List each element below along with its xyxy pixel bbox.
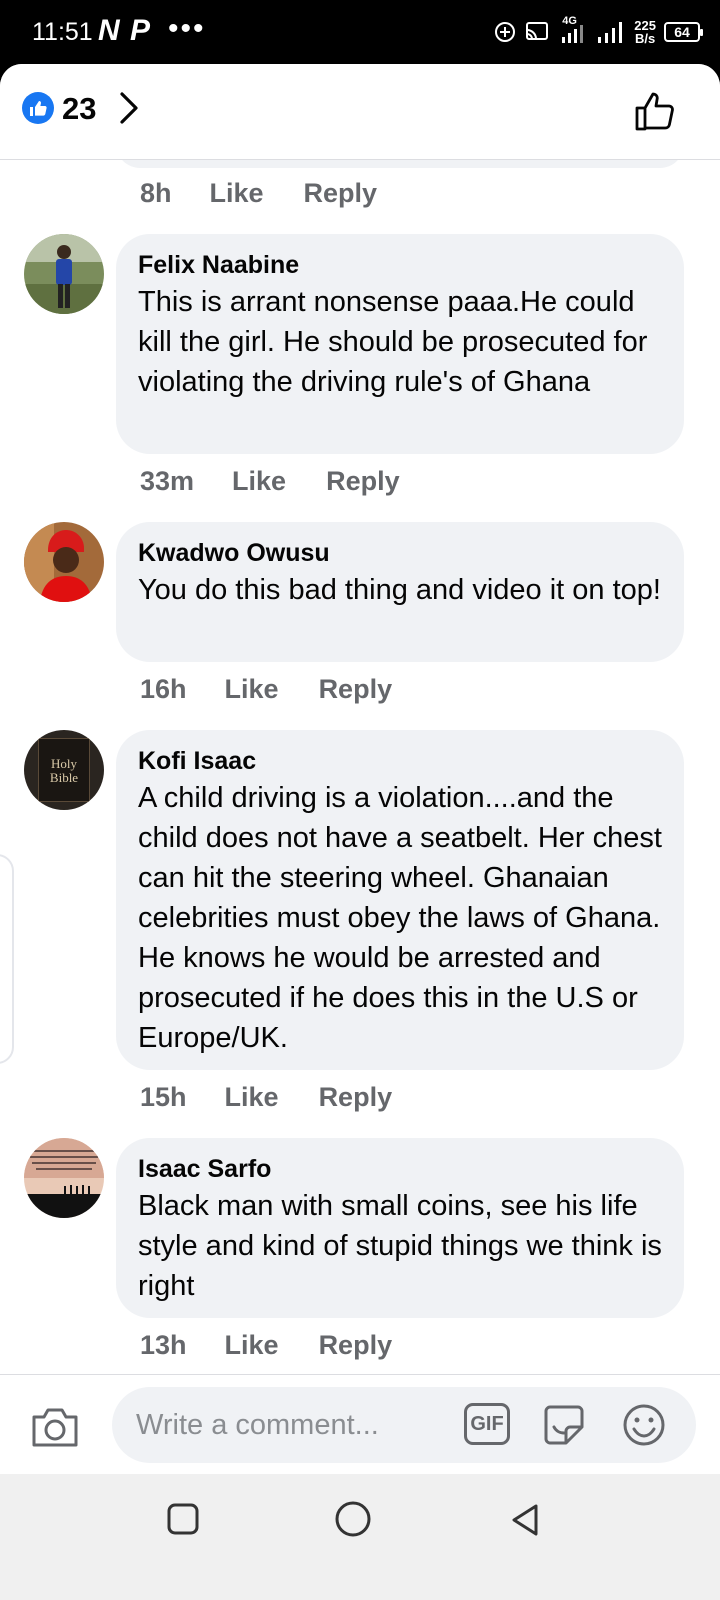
nav-home-icon[interactable] xyxy=(334,1500,372,1538)
comment-text: This is arrant nonsense paaa.He could ki… xyxy=(138,286,648,398)
comment-time: 13h xyxy=(140,1330,187,1360)
like-button[interactable]: Like xyxy=(210,178,264,209)
avatar[interactable] xyxy=(24,522,104,602)
comment-meta: 16h Like Reply xyxy=(140,674,392,705)
network-speed: 225 B/s xyxy=(634,19,656,45)
signal-bars-icon xyxy=(562,25,584,43)
comment-composer: Write a comment... GIF xyxy=(0,1374,720,1474)
comments-list: 8h Like Reply Felix Naabine This is arra xyxy=(0,160,720,1416)
camera-icon[interactable] xyxy=(30,1405,80,1449)
nav-back-icon[interactable] xyxy=(508,1502,542,1538)
comment-meta: 33m Like Reply xyxy=(140,466,400,497)
reactions-header: 23 xyxy=(0,64,720,160)
comment-meta: 15h Like Reply xyxy=(140,1082,392,1113)
comment-time: 16h xyxy=(140,674,187,704)
comments-sheet: 23 8h Like Reply Felix Naabine This is a… xyxy=(0,64,720,1504)
like-button[interactable]: Like xyxy=(225,1330,279,1361)
avatar-text-2: Bible xyxy=(49,770,79,785)
sticker-icon[interactable] xyxy=(540,1401,588,1449)
like-badge-icon xyxy=(22,92,54,124)
reply-button[interactable]: Reply xyxy=(304,178,378,209)
battery-icon: 64 xyxy=(664,22,703,42)
comment-time: 33m xyxy=(140,466,195,496)
reply-button[interactable]: Reply xyxy=(326,466,400,497)
reply-button[interactable]: Reply xyxy=(319,1330,393,1361)
comment-text: You do this bad thing and video it on to… xyxy=(138,574,661,606)
previous-comment-bubble xyxy=(116,160,684,168)
like-button[interactable]: Like xyxy=(225,1082,279,1113)
cast-icon xyxy=(526,22,549,40)
system-navigation-bar xyxy=(0,1474,720,1600)
avatar[interactable] xyxy=(24,1138,104,1218)
comment-meta: 13h Like Reply xyxy=(140,1330,392,1361)
carrier-badge: N P xyxy=(98,14,152,47)
thumbs-up-icon[interactable] xyxy=(634,90,676,132)
avatar[interactable] xyxy=(24,234,104,314)
like-button[interactable]: Like xyxy=(225,674,279,705)
more-notifications-icon: ••• xyxy=(168,12,206,45)
holy-bible-cover: Holy Bible xyxy=(38,738,90,802)
reaction-count[interactable]: 23 xyxy=(62,91,96,127)
nav-recents-icon[interactable] xyxy=(166,1502,200,1536)
comment-placeholder: Write a comment... xyxy=(136,1409,379,1441)
emoji-icon[interactable] xyxy=(620,1401,668,1449)
speed-unit: B/s xyxy=(635,31,656,46)
chevron-right-icon[interactable] xyxy=(118,90,140,126)
comment-author[interactable]: Kofi Isaac xyxy=(138,744,662,778)
comment-author[interactable]: Felix Naabine xyxy=(138,248,662,282)
reply-button[interactable]: Reply xyxy=(319,674,393,705)
gif-icon[interactable]: GIF xyxy=(464,1403,510,1445)
previous-comment-meta: 8h Like Reply xyxy=(140,178,377,209)
comment-author[interactable]: Kwadwo Owusu xyxy=(138,536,662,570)
status-time: 11:51 xyxy=(32,18,93,46)
comment-author[interactable]: Isaac Sarfo xyxy=(138,1152,662,1186)
comment-text: A child driving is a violation....and th… xyxy=(138,782,662,1054)
data-saver-icon xyxy=(495,22,516,42)
edge-panel-handle[interactable] xyxy=(0,854,14,1064)
comment-bubble[interactable]: Kwadwo Owusu You do this bad thing and v… xyxy=(116,522,684,662)
comment-bubble[interactable]: Felix Naabine This is arrant nonsense pa… xyxy=(116,234,684,454)
comment-input[interactable]: Write a comment... GIF xyxy=(112,1387,696,1463)
avatar-text-1: Holy xyxy=(51,756,77,771)
reply-button[interactable]: Reply xyxy=(319,1082,393,1113)
signal-4g: 4G xyxy=(558,15,588,47)
like-button[interactable]: Like xyxy=(232,466,286,497)
comment-text: Black man with small coins, see his life… xyxy=(138,1190,662,1302)
signal-bars-icon-2 xyxy=(598,22,623,43)
comment-time: 15h xyxy=(140,1082,187,1112)
comment-time: 8h xyxy=(140,178,172,208)
comment-bubble[interactable]: Isaac Sarfo Black man with small coins, … xyxy=(116,1138,684,1318)
avatar[interactable]: Holy Bible xyxy=(24,730,104,810)
comment-bubble[interactable]: Kofi Isaac A child driving is a violatio… xyxy=(116,730,684,1070)
status-icons: 4G 225 B/s 64 xyxy=(494,14,703,50)
status-bar: 11:51 N P ••• 4G 225 B/s 64 xyxy=(0,0,720,64)
